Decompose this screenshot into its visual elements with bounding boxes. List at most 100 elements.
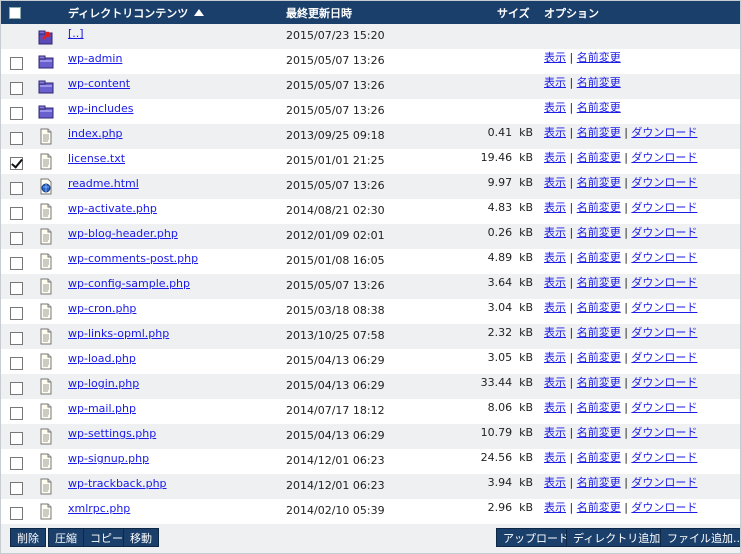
compress-button[interactable]: 圧縮 bbox=[48, 528, 84, 547]
view-link[interactable]: 表示 bbox=[544, 351, 566, 364]
download-link[interactable]: ダウンロード bbox=[631, 476, 697, 489]
row-checkbox[interactable] bbox=[10, 282, 23, 295]
rename-link[interactable]: 名前変更 bbox=[577, 351, 621, 364]
row-checkbox[interactable] bbox=[10, 507, 23, 520]
row-checkbox[interactable] bbox=[10, 307, 23, 320]
download-link[interactable]: ダウンロード bbox=[631, 376, 697, 389]
delete-button[interactable]: 削除 bbox=[10, 528, 46, 547]
row-checkbox[interactable] bbox=[10, 182, 23, 195]
download-link[interactable]: ダウンロード bbox=[631, 251, 697, 264]
rename-link[interactable]: 名前変更 bbox=[577, 101, 621, 114]
row-checkbox[interactable] bbox=[10, 407, 23, 420]
row-checkbox[interactable] bbox=[10, 357, 23, 370]
row-checkbox[interactable] bbox=[10, 457, 23, 470]
file-name-link[interactable]: wp-activate.php bbox=[68, 199, 157, 218]
rename-link[interactable]: 名前変更 bbox=[577, 226, 621, 239]
download-link[interactable]: ダウンロード bbox=[631, 276, 697, 289]
view-link[interactable]: 表示 bbox=[544, 401, 566, 414]
download-link[interactable]: ダウンロード bbox=[631, 451, 697, 464]
rename-link[interactable]: 名前変更 bbox=[577, 451, 621, 464]
file-name-link[interactable]: wp-load.php bbox=[68, 349, 136, 368]
rename-link[interactable]: 名前変更 bbox=[577, 501, 621, 514]
file-name-link[interactable]: xmlrpc.php bbox=[68, 499, 130, 518]
row-checkbox[interactable] bbox=[10, 382, 23, 395]
view-link[interactable]: 表示 bbox=[544, 101, 566, 114]
view-link[interactable]: 表示 bbox=[544, 376, 566, 389]
row-checkbox[interactable] bbox=[10, 257, 23, 270]
view-link[interactable]: 表示 bbox=[544, 251, 566, 264]
download-link[interactable]: ダウンロード bbox=[631, 176, 697, 189]
view-link[interactable]: 表示 bbox=[544, 51, 566, 64]
row-checkbox[interactable] bbox=[10, 482, 23, 495]
move-button[interactable]: 移動 bbox=[123, 528, 159, 547]
rename-link[interactable]: 名前変更 bbox=[577, 276, 621, 289]
rename-link[interactable]: 名前変更 bbox=[577, 476, 621, 489]
view-link[interactable]: 表示 bbox=[544, 276, 566, 289]
file-name-link[interactable]: wp-config-sample.php bbox=[68, 274, 190, 293]
column-name-header[interactable]: ディレクトリコンテンツ bbox=[68, 0, 205, 27]
view-link[interactable]: 表示 bbox=[544, 426, 566, 439]
rename-link[interactable]: 名前変更 bbox=[577, 126, 621, 139]
download-link[interactable]: ダウンロード bbox=[631, 326, 697, 339]
file-name-link[interactable]: wp-mail.php bbox=[68, 399, 136, 418]
file-name-link[interactable]: readme.html bbox=[68, 174, 139, 193]
row-checkbox[interactable] bbox=[10, 332, 23, 345]
file-name-link[interactable]: wp-blog-header.php bbox=[68, 224, 178, 243]
row-checkbox[interactable] bbox=[10, 82, 23, 95]
file-name-link[interactable]: wp-settings.php bbox=[68, 424, 156, 443]
file-name-link[interactable]: wp-comments-post.php bbox=[68, 249, 198, 268]
view-link[interactable]: 表示 bbox=[544, 76, 566, 89]
rename-link[interactable]: 名前変更 bbox=[577, 376, 621, 389]
file-name-link[interactable]: wp-links-opml.php bbox=[68, 324, 169, 343]
row-checkbox[interactable] bbox=[10, 207, 23, 220]
rename-link[interactable]: 名前変更 bbox=[577, 326, 621, 339]
file-name-link[interactable]: index.php bbox=[68, 124, 123, 143]
column-date-header[interactable]: 最終更新日時 bbox=[286, 0, 352, 27]
row-checkbox[interactable] bbox=[10, 157, 23, 170]
download-link[interactable]: ダウンロード bbox=[631, 301, 697, 314]
file-name-link[interactable]: wp-cron.php bbox=[68, 299, 136, 318]
row-checkbox[interactable] bbox=[10, 57, 23, 70]
file-name-link[interactable]: wp-signup.php bbox=[68, 449, 149, 468]
download-link[interactable]: ダウンロード bbox=[631, 151, 697, 164]
add-file-button[interactable]: ファイル追加... bbox=[660, 528, 741, 547]
view-link[interactable]: 表示 bbox=[544, 176, 566, 189]
file-name-link[interactable]: wp-content bbox=[68, 74, 130, 93]
view-link[interactable]: 表示 bbox=[544, 151, 566, 164]
download-link[interactable]: ダウンロード bbox=[631, 426, 697, 439]
download-link[interactable]: ダウンロード bbox=[631, 126, 697, 139]
rename-link[interactable]: 名前変更 bbox=[577, 176, 621, 189]
file-name-link[interactable]: wp-trackback.php bbox=[68, 474, 167, 493]
select-all-checkbox[interactable] bbox=[9, 7, 21, 19]
view-link[interactable]: 表示 bbox=[544, 301, 566, 314]
view-link[interactable]: 表示 bbox=[544, 126, 566, 139]
download-link[interactable]: ダウンロード bbox=[631, 201, 697, 214]
view-link[interactable]: 表示 bbox=[544, 501, 566, 514]
row-checkbox[interactable] bbox=[10, 132, 23, 145]
view-link[interactable]: 表示 bbox=[544, 226, 566, 239]
rename-link[interactable]: 名前変更 bbox=[577, 401, 621, 414]
row-checkbox[interactable] bbox=[10, 232, 23, 245]
row-checkbox[interactable] bbox=[10, 107, 23, 120]
rename-link[interactable]: 名前変更 bbox=[577, 251, 621, 264]
rename-link[interactable]: 名前変更 bbox=[577, 301, 621, 314]
file-name-link[interactable]: wp-admin bbox=[68, 49, 122, 68]
download-link[interactable]: ダウンロード bbox=[631, 226, 697, 239]
download-link[interactable]: ダウンロード bbox=[631, 351, 697, 364]
file-name-link[interactable]: [..] bbox=[68, 24, 84, 43]
rename-link[interactable]: 名前変更 bbox=[577, 426, 621, 439]
rename-link[interactable]: 名前変更 bbox=[577, 151, 621, 164]
view-link[interactable]: 表示 bbox=[544, 326, 566, 339]
file-name-link[interactable]: wp-includes bbox=[68, 99, 134, 118]
column-size-header[interactable]: サイズ bbox=[497, 0, 530, 27]
rename-link[interactable]: 名前変更 bbox=[577, 76, 621, 89]
file-name-link[interactable]: wp-login.php bbox=[68, 374, 139, 393]
view-link[interactable]: 表示 bbox=[544, 476, 566, 489]
row-checkbox[interactable] bbox=[10, 432, 23, 445]
rename-link[interactable]: 名前変更 bbox=[577, 51, 621, 64]
rename-link[interactable]: 名前変更 bbox=[577, 201, 621, 214]
view-link[interactable]: 表示 bbox=[544, 451, 566, 464]
download-link[interactable]: ダウンロード bbox=[631, 501, 697, 514]
view-link[interactable]: 表示 bbox=[544, 201, 566, 214]
download-link[interactable]: ダウンロード bbox=[631, 401, 697, 414]
